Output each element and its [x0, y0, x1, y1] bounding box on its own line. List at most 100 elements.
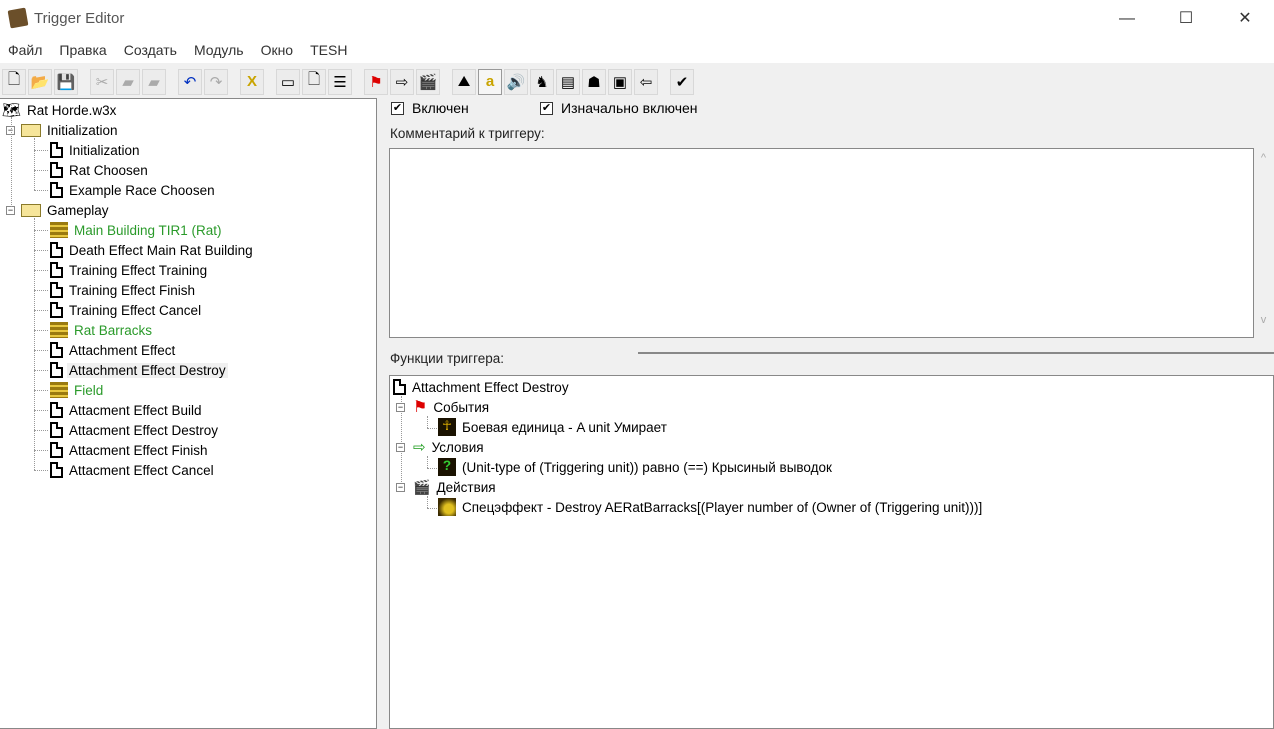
tree-item[interactable]: Attachment Effect: [50, 340, 177, 360]
collapse-icon[interactable]: −: [396, 442, 405, 452]
menu-5[interactable]: TESH: [310, 37, 355, 63]
close-button[interactable]: ✕: [1222, 0, 1268, 37]
comment-icon: [50, 382, 68, 398]
object-editor-button[interactable]: ♞: [530, 68, 554, 95]
trigger-icon: [50, 162, 63, 178]
collapse-icon[interactable]: −: [396, 402, 405, 412]
new-event-button[interactable]: ⚑: [364, 68, 388, 95]
condition-item[interactable]: ? (Unit-type of (Triggering unit)) равно …: [438, 457, 834, 477]
new-trigger-button[interactable]: 🗋: [302, 68, 326, 95]
tree-root[interactable]: 🗺 Rat Horde.w3x: [2, 100, 118, 120]
redo-icon: ↷: [209, 73, 223, 91]
paste-button[interactable]: ▰: [142, 68, 166, 95]
action-item[interactable]: Спецэффект - Destroy AERatBarracks[(Play…: [438, 497, 984, 517]
new-trigger-icon: 🗋: [307, 71, 321, 88]
ai-editor-button[interactable]: ☗: [582, 68, 606, 95]
campaign-editor-icon: ▤: [560, 73, 576, 91]
menu-3[interactable]: Модуль: [194, 37, 252, 63]
tree-item[interactable]: Main Building TIR1 (Rat): [50, 220, 224, 240]
new-event-icon: ⚑: [369, 73, 383, 91]
comment-icon: [50, 322, 68, 338]
test-map-button[interactable]: ✔: [670, 68, 694, 95]
sound-editor-button[interactable]: 🔊: [504, 68, 528, 95]
tree-item[interactable]: Field: [50, 380, 105, 400]
tree-category[interactable]: − Gameplay: [6, 200, 111, 220]
divider: [638, 352, 1274, 354]
new-category-button[interactable]: ▭: [276, 68, 300, 95]
trigger-icon: [50, 182, 63, 198]
ai-editor-icon: ☗: [587, 73, 601, 91]
new-condition-button[interactable]: ⇨: [390, 68, 414, 95]
event-item[interactable]: ☥ Боевая единица - A unit Умирает: [438, 417, 669, 437]
trigger-tree[interactable]: 🗺 Rat Horde.w3x − Initialization Initializat…: [0, 98, 377, 729]
tree-item[interactable]: Attachment Effect Destroy: [50, 360, 228, 380]
trigger-editor-button[interactable]: a: [478, 68, 502, 95]
initially-on-checkbox[interactable]: ✔ Изначально включен: [540, 100, 698, 116]
import-manager-button[interactable]: ▣: [608, 68, 632, 95]
trigger-icon: [50, 262, 63, 278]
trigger-icon: [50, 342, 63, 358]
new-comment-icon: ☰: [333, 73, 347, 91]
trigger-editor-icon: a: [485, 73, 495, 90]
app-icon: [7, 7, 29, 29]
trigger-icon: [50, 402, 63, 418]
comment-scrollbar[interactable]: ^ v: [1254, 148, 1273, 338]
import-manager-icon: ▣: [612, 73, 628, 91]
cut-button[interactable]: ✂: [90, 68, 114, 95]
question-icon: ?: [438, 458, 456, 476]
function-title[interactable]: Attachment Effect Destroy: [393, 377, 571, 397]
window-title: Trigger Editor: [34, 10, 125, 27]
menu-0[interactable]: Файл: [8, 37, 50, 63]
maximize-button[interactable]: ☐: [1163, 0, 1209, 37]
tree-item[interactable]: Attacment Effect Destroy: [50, 420, 220, 440]
menu-4[interactable]: Окно: [261, 37, 302, 63]
undo-icon: ↶: [183, 73, 197, 91]
tree-item[interactable]: Attacment Effect Build: [50, 400, 204, 420]
tree-category[interactable]: − Initialization: [6, 120, 120, 140]
trigger-icon: [50, 362, 63, 378]
tree-item[interactable]: Rat Choosen: [50, 160, 150, 180]
new-action-button[interactable]: 🎬: [416, 68, 440, 95]
conditions-node[interactable]: − ⇨ Условия: [396, 437, 486, 457]
new-button[interactable]: 🗋: [2, 68, 26, 95]
initially-on-label: Изначально включен: [561, 100, 698, 116]
trigger-icon: [50, 142, 63, 158]
script-button[interactable]: ⇦: [634, 68, 658, 95]
save-button[interactable]: 💾: [54, 68, 78, 95]
tree-item[interactable]: Rat Barracks: [50, 320, 154, 340]
menu-2[interactable]: Создать: [124, 37, 185, 63]
menu-1[interactable]: Правка: [59, 37, 114, 63]
trigger-icon: [393, 379, 406, 395]
new-comment-button[interactable]: ☰: [328, 68, 352, 95]
tree-item[interactable]: Initialization: [50, 140, 142, 160]
tree-item[interactable]: Training Effect Cancel: [50, 300, 203, 320]
paste-icon: ▰: [148, 73, 160, 91]
actions-node[interactable]: − 🎬 Действия: [396, 477, 498, 497]
new-category-icon: ▭: [280, 73, 296, 91]
enabled-checkbox[interactable]: ✔ Включен: [391, 100, 469, 116]
campaign-editor-button[interactable]: ▤: [556, 68, 580, 95]
tree-item[interactable]: Example Race Choosen: [50, 180, 217, 200]
delete-button[interactable]: X: [240, 68, 264, 95]
delete-icon: X: [246, 73, 257, 90]
tree-item[interactable]: Death Effect Main Rat Building: [50, 240, 255, 260]
toolbar: 🗋 📂 💾 ✂ ▰ ▰ ↶ ↷ X ▭ 🗋 ☰ ⚑ ⇨ 🎬 ⛰ a 🔊 ♞ ▤ ☗ ▣ ⇦ ✔: [0, 65, 1274, 98]
undo-button[interactable]: ↶: [178, 68, 202, 95]
events-node[interactable]: − ⚑ События: [396, 397, 491, 417]
tree-item[interactable]: Training Effect Training: [50, 260, 209, 280]
tree-item[interactable]: Attacment Effect Finish: [50, 440, 210, 460]
terrain-editor-button[interactable]: ⛰: [452, 68, 476, 95]
open-button[interactable]: 📂: [28, 68, 52, 95]
comment-textarea[interactable]: [389, 148, 1254, 338]
tree-item[interactable]: Training Effect Finish: [50, 280, 197, 300]
trigger-icon: [50, 282, 63, 298]
collapse-icon[interactable]: −: [396, 482, 405, 492]
special-effect-icon: [438, 498, 456, 516]
terrain-editor-icon: ⛰: [457, 73, 471, 90]
minimize-button[interactable]: —: [1104, 0, 1150, 37]
copy-button[interactable]: ▰: [116, 68, 140, 95]
trigger-functions-tree[interactable]: Attachment Effect Destroy − ⚑ События ☥ Бое…: [389, 375, 1274, 729]
redo-button[interactable]: ↷: [204, 68, 228, 95]
save-icon: 💾: [56, 73, 76, 91]
tree-item[interactable]: Attacment Effect Cancel: [50, 460, 216, 480]
